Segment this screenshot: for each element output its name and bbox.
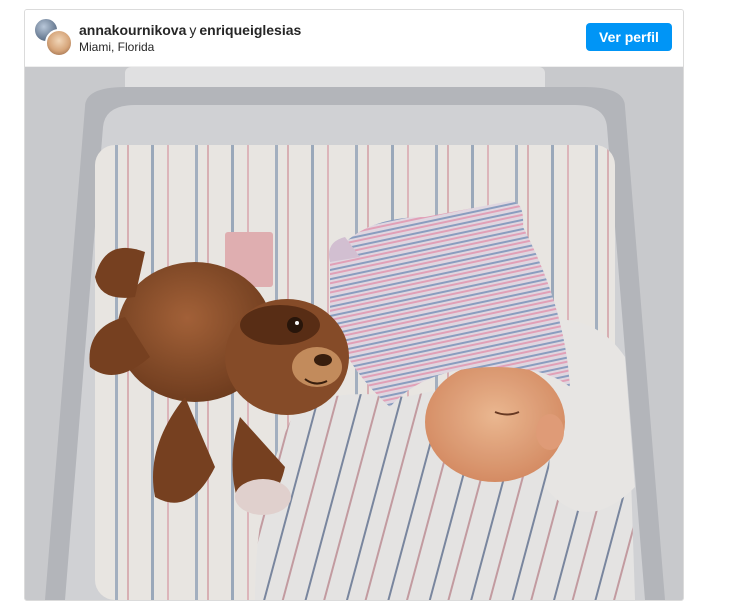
post-header: annakournikova y enriqueiglesias Miami, Fl…: [25, 10, 683, 67]
avatar[interactable]: [45, 29, 73, 57]
username-link[interactable]: enriqueiglesias: [199, 22, 301, 38]
location-link[interactable]: Miami, Florida: [79, 40, 154, 54]
instagram-embed: annakournikova y enriqueiglesias Miami, Fl…: [24, 9, 684, 601]
username-link[interactable]: annakournikova: [79, 22, 186, 38]
post-authors: annakournikova y enriqueiglesias: [79, 22, 301, 38]
photo-illustration: [25, 67, 683, 600]
post-photo[interactable]: [25, 67, 683, 600]
view-profile-button[interactable]: Ver perfil: [586, 23, 672, 51]
avatar-group[interactable]: [34, 18, 73, 57]
conjunction-text: y: [189, 22, 197, 38]
